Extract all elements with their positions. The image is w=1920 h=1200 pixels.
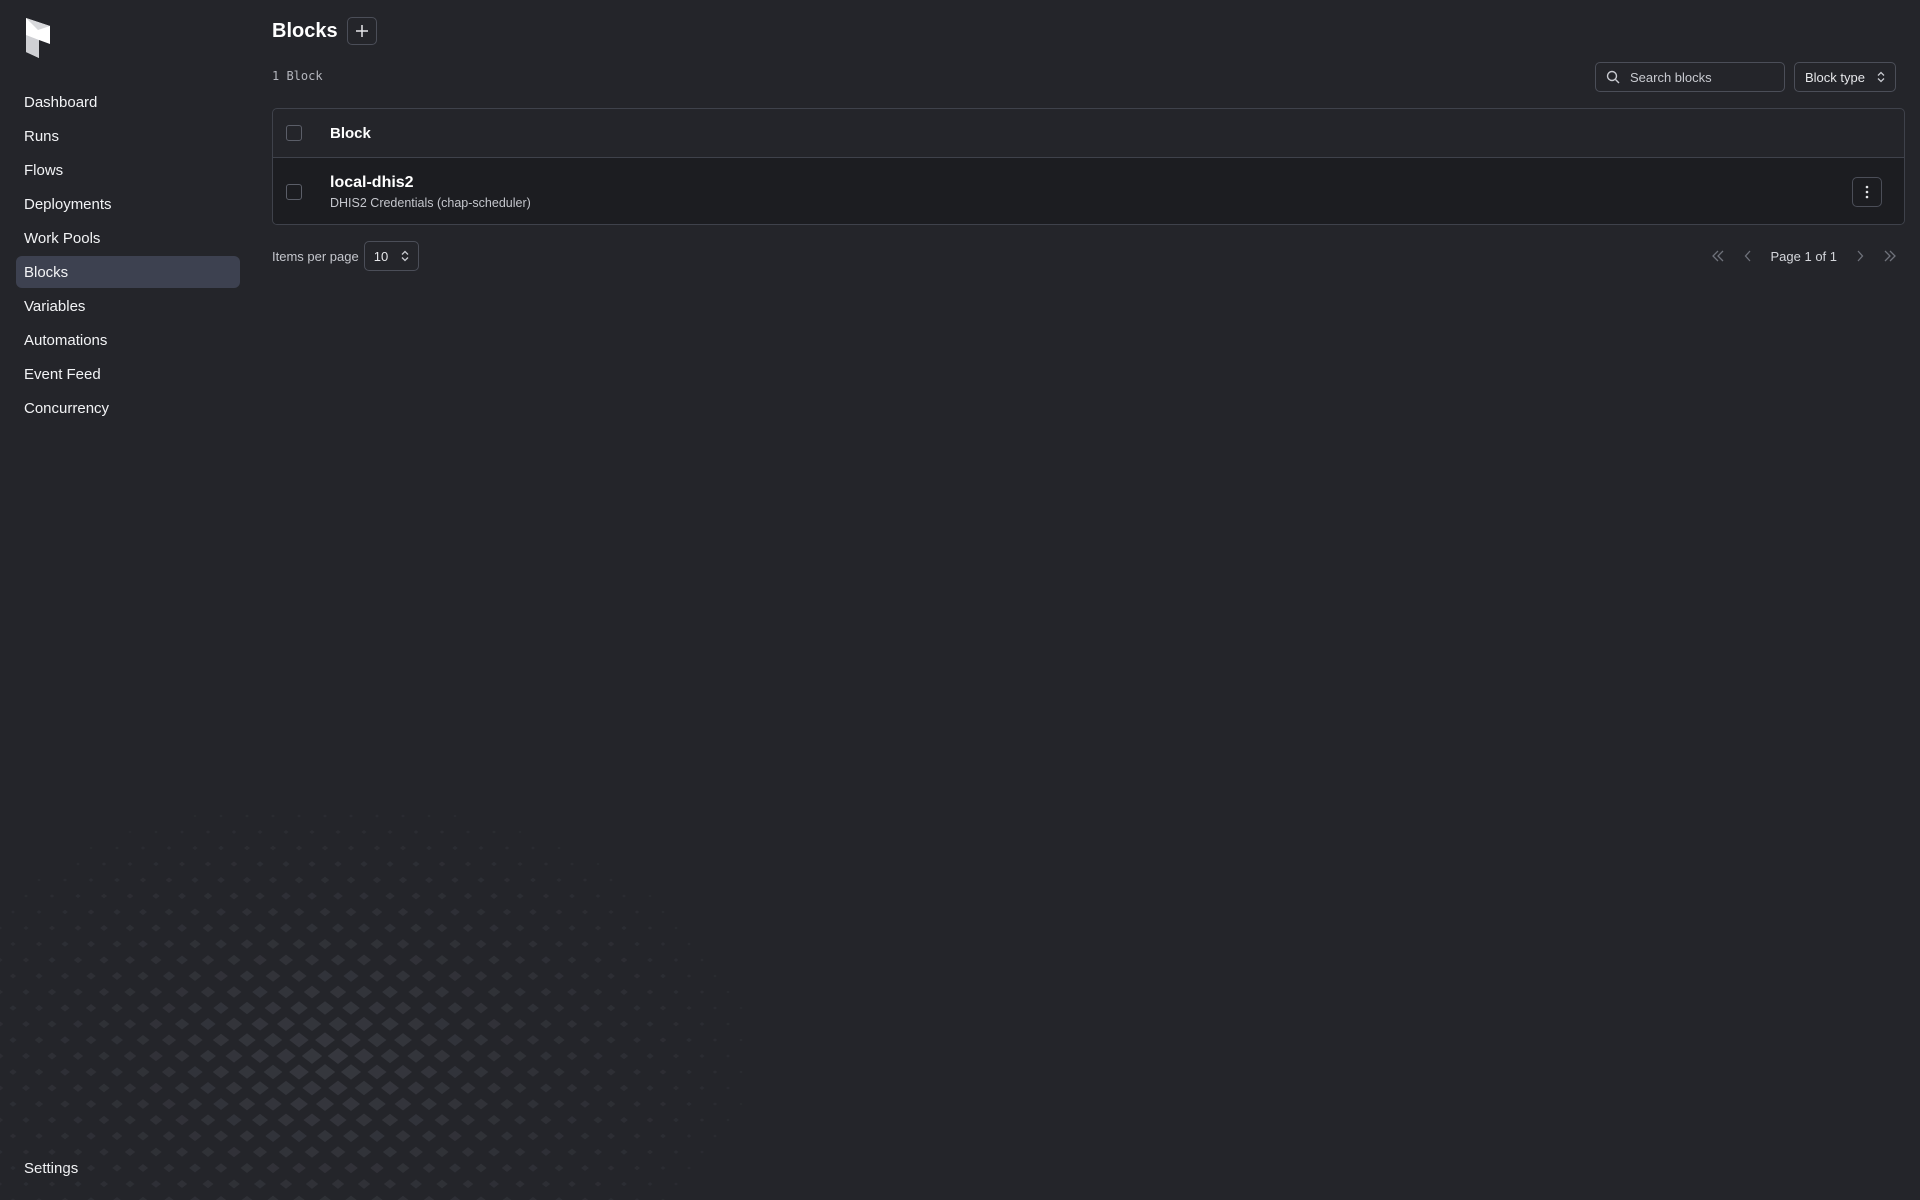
sidebar-nav: Dashboard Runs Flows Deployments Work Po… <box>16 86 240 426</box>
row-actions-button[interactable] <box>1852 177 1882 207</box>
more-vertical-icon <box>1865 185 1869 199</box>
search-box[interactable] <box>1595 62 1785 92</box>
block-name-link[interactable]: local-dhis2 <box>330 174 531 192</box>
sidebar-item-flows[interactable]: Flows <box>16 154 240 186</box>
items-per-page: Items per page 10 <box>272 241 419 271</box>
chevrons-left-icon <box>1711 250 1723 262</box>
add-block-button[interactable] <box>346 17 377 45</box>
block-type-subtitle: DHIS2 Credentials (chap-scheduler) <box>330 195 531 210</box>
search-icon <box>1606 70 1620 84</box>
row-content: local-dhis2 DHIS2 Credentials (chap-sche… <box>330 174 531 210</box>
chevrons-right-icon <box>1884 250 1896 262</box>
sidebar-item-label: Concurrency <box>24 399 110 417</box>
background-pattern <box>0 814 743 1200</box>
table-header: Block <box>273 109 1904 158</box>
sidebar-item-label: Automations <box>24 331 108 349</box>
chevron-up-down-icon <box>401 250 409 262</box>
app-window: Dashboard Runs Flows Deployments Work Po… <box>0 0 1920 1200</box>
block-type-select[interactable]: Block type <box>1794 62 1896 92</box>
items-per-page-select[interactable]: 10 <box>363 241 419 271</box>
plus-icon <box>355 25 368 37</box>
sidebar-item-blocks[interactable]: Blocks <box>16 256 240 288</box>
sidebar-item-concurrency[interactable]: Concurrency <box>16 392 240 424</box>
prefect-logo-icon[interactable] <box>24 18 50 58</box>
sidebar-item-runs[interactable]: Runs <box>16 120 240 152</box>
search-input[interactable] <box>1628 68 1778 86</box>
sidebar-item-label: Blocks <box>24 263 69 281</box>
items-per-page-label: Items per page <box>272 248 359 264</box>
sidebar-item-deployments[interactable]: Deployments <box>16 188 240 220</box>
sidebar-item-label: Event Feed <box>24 365 101 383</box>
blocks-table: Block local-dhis2 DHIS2 Credentials (cha… <box>272 108 1905 225</box>
table-row[interactable]: local-dhis2 DHIS2 Credentials (chap-sche… <box>273 158 1904 224</box>
sidebar-item-label: Variables <box>24 297 86 315</box>
row-checkbox[interactable] <box>286 183 302 200</box>
sidebar-item-label: Deployments <box>24 195 112 213</box>
select-all-checkbox[interactable] <box>286 125 302 141</box>
next-page-button[interactable] <box>1845 241 1875 271</box>
page-header: Blocks <box>272 16 377 46</box>
block-count: 1 Block <box>272 69 323 83</box>
column-header-block: Block <box>330 124 371 142</box>
table-footer: Items per page 10 Page 1 of 1 <box>272 241 1905 271</box>
chevron-up-down-icon <box>1877 71 1885 83</box>
sidebar-item-label: Work Pools <box>24 229 101 247</box>
sidebar-item-event-feed[interactable]: Event Feed <box>16 358 240 390</box>
previous-page-button[interactable] <box>1733 241 1763 271</box>
sidebar-item-label: Dashboard <box>24 93 98 111</box>
sidebar-item-label: Runs <box>24 127 60 145</box>
chevron-right-icon <box>1857 250 1864 262</box>
last-page-button[interactable] <box>1875 241 1905 271</box>
sidebar-item-dashboard[interactable]: Dashboard <box>16 86 240 118</box>
items-per-page-value: 10 <box>373 248 389 264</box>
first-page-button[interactable] <box>1703 241 1733 271</box>
sidebar-item-work-pools[interactable]: Work Pools <box>16 222 240 254</box>
sidebar-item-variables[interactable]: Variables <box>16 290 240 322</box>
pagination: Page 1 of 1 <box>1703 241 1906 271</box>
sidebar-item-label: Flows <box>24 161 64 179</box>
block-type-label: Block type <box>1805 69 1865 85</box>
page-title: Blocks <box>272 19 338 42</box>
sidebar-item-automations[interactable]: Automations <box>16 324 240 356</box>
page-indicator: Page 1 of 1 <box>1770 248 1838 264</box>
chevron-left-icon <box>1744 250 1750 262</box>
